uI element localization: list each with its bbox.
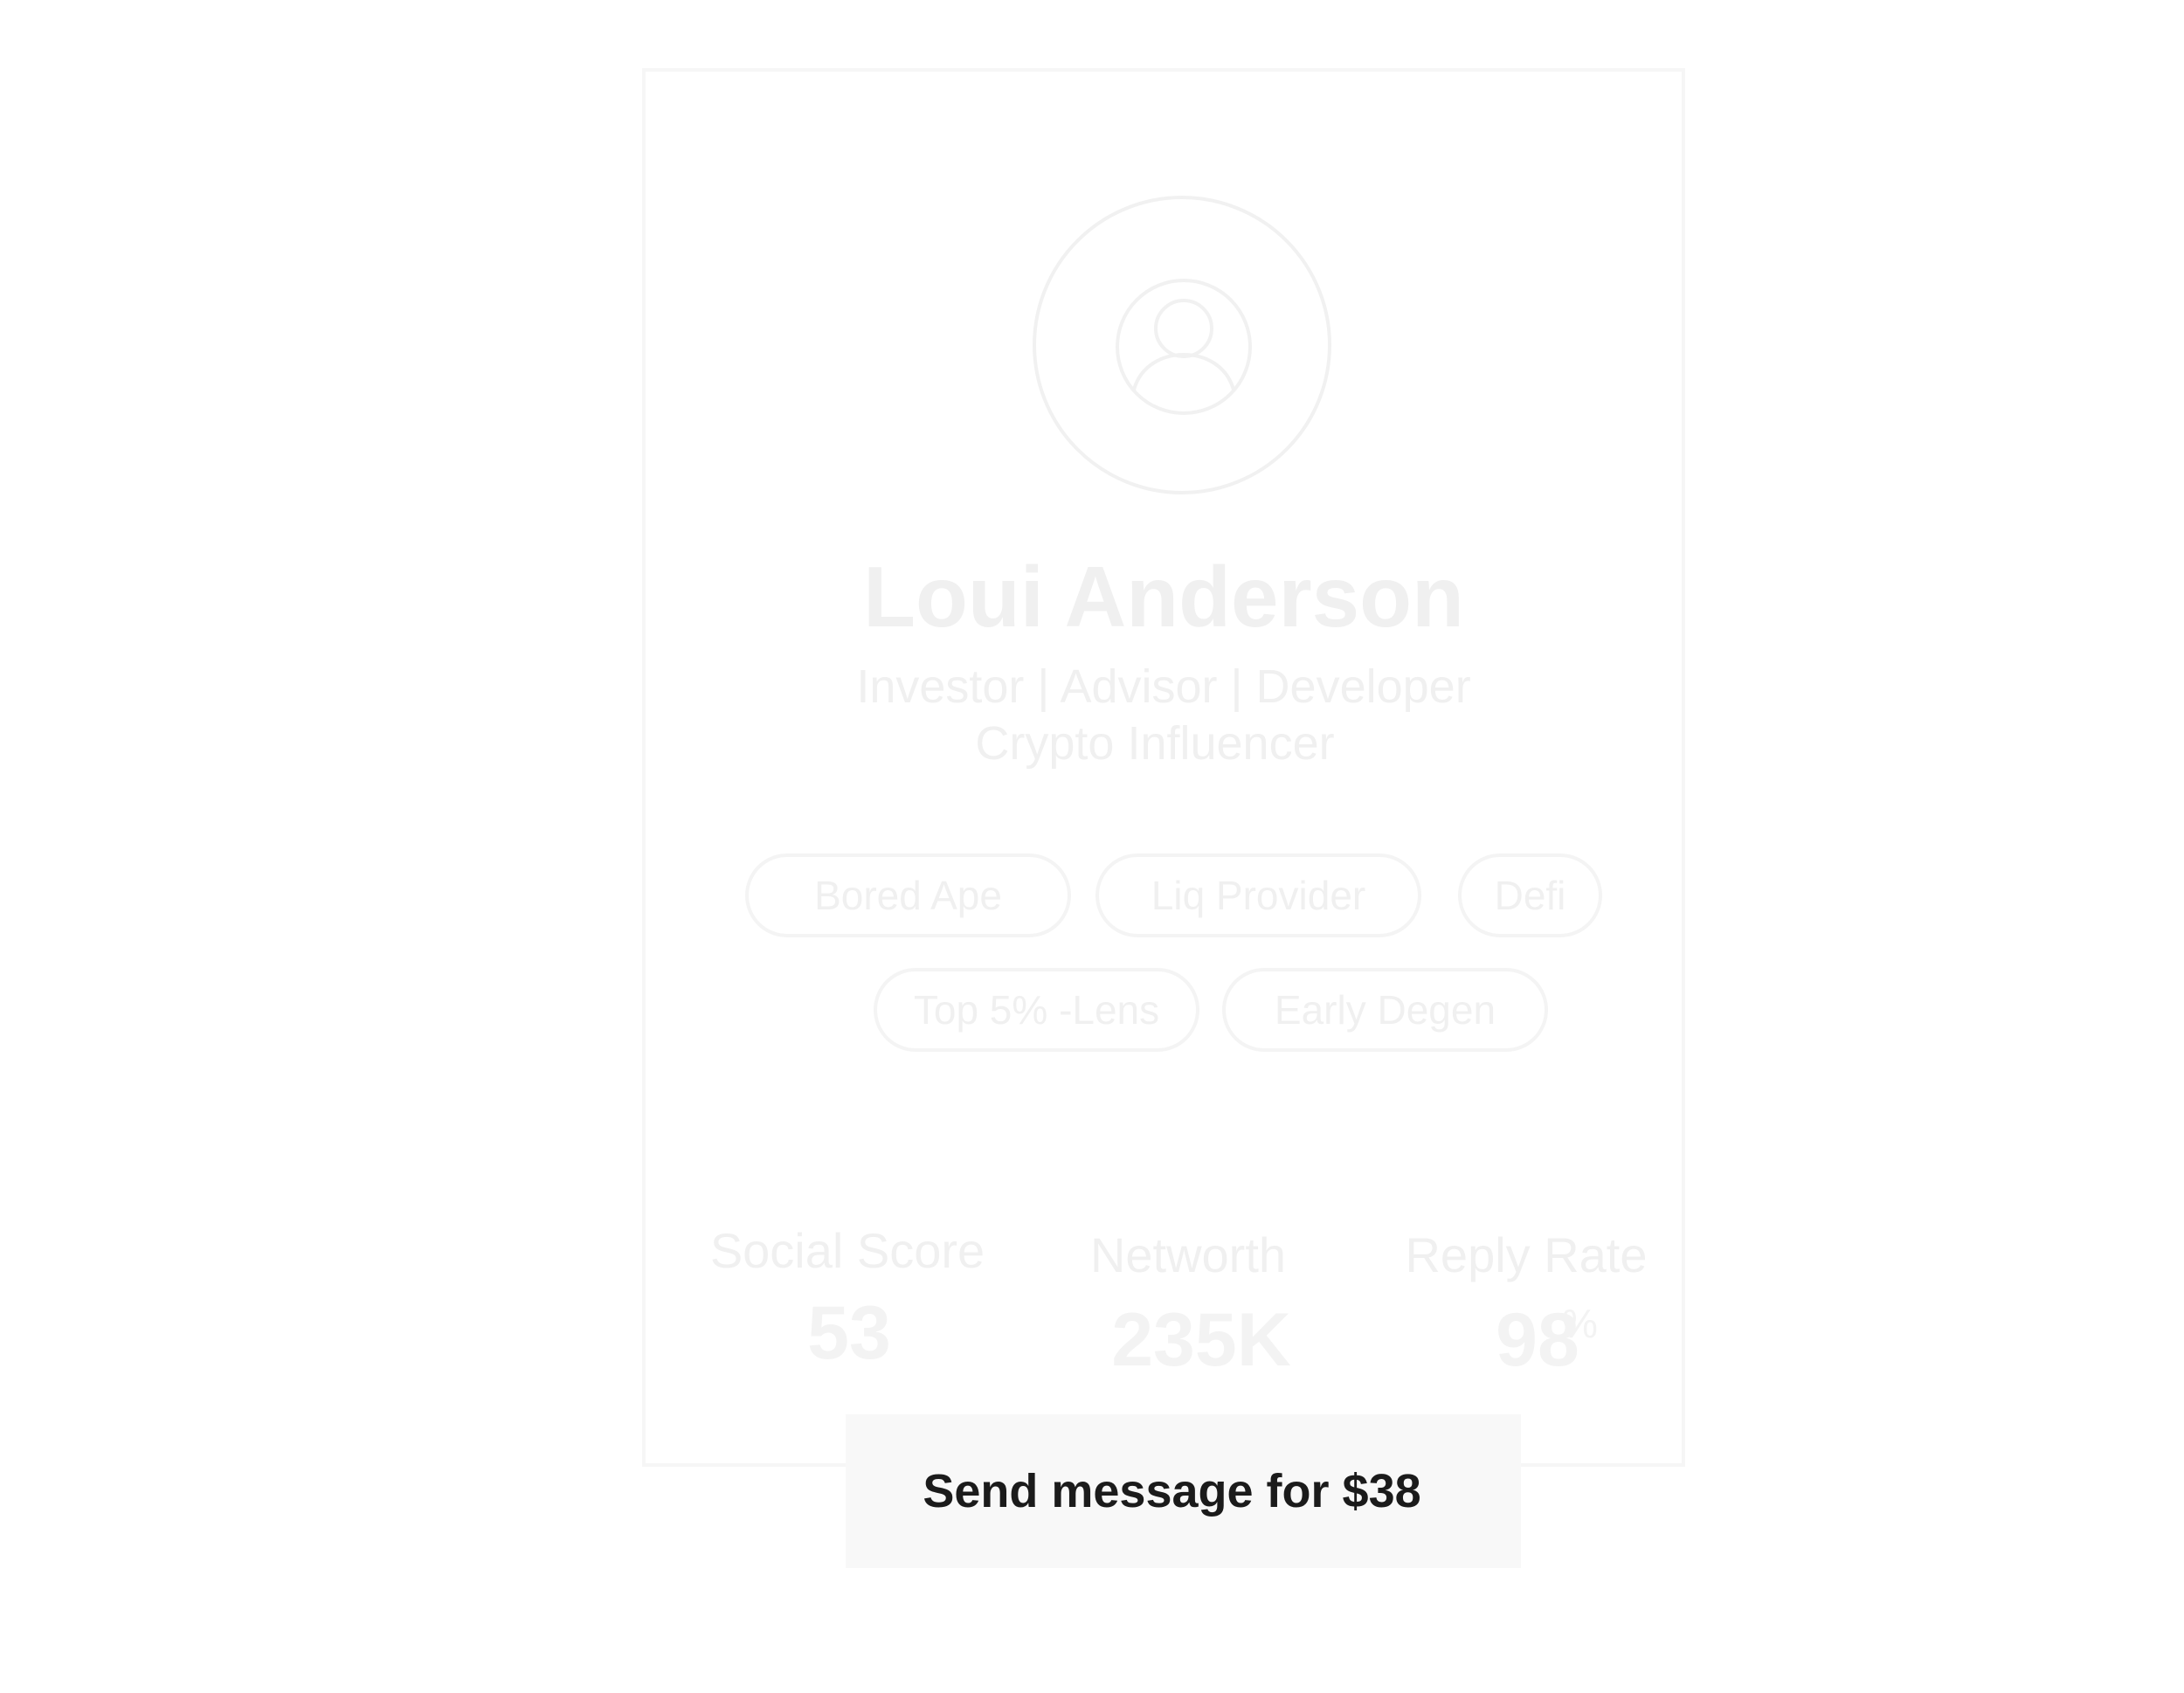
tag-liq-provider: Liq Provider xyxy=(1095,853,1421,937)
tag-bored-ape: Bored Ape xyxy=(745,853,1071,937)
reply-rate-unit: % xyxy=(1562,1301,1598,1346)
profile-name: Loui Anderson xyxy=(863,549,1464,645)
tag-defi: Defi xyxy=(1458,853,1602,937)
social-score-label: Social Score xyxy=(709,1223,985,1278)
send-message-button[interactable]: Send message for $38 xyxy=(846,1414,1521,1568)
profile-bio-line: Investor | Advisor | Developer xyxy=(856,660,1471,713)
user-icon xyxy=(1116,279,1252,415)
profile-bio-line: Crypto Influencer xyxy=(975,717,1335,770)
tag-top-lens: Top 5% -Lens xyxy=(874,968,1199,1052)
networth-label: Networth xyxy=(1089,1227,1287,1282)
tag-early-degen: Early Degen xyxy=(1222,968,1548,1052)
send-message-label: Send message for $38 xyxy=(923,1465,1421,1517)
networth-value: 235K xyxy=(1111,1298,1291,1382)
reply-rate-value: 98 xyxy=(1496,1298,1579,1382)
social-score-value: 53 xyxy=(807,1291,891,1375)
reply-rate-label: Reply Rate xyxy=(1405,1227,1648,1282)
